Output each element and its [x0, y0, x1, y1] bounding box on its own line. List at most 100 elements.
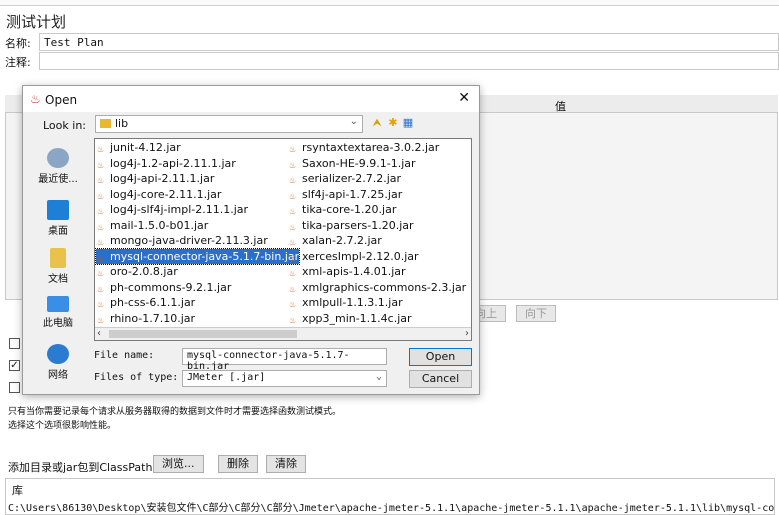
folder-icon	[100, 119, 111, 128]
jar-file-icon: ♨	[97, 253, 105, 263]
file-type-combo[interactable]: JMeter [.jar] ⌄	[182, 370, 387, 387]
jar-file-icon: ♨	[97, 160, 105, 170]
computer-icon	[47, 296, 69, 312]
file-item-label: ph-css-6.1.1.jar	[110, 296, 196, 309]
file-item[interactable]: ♨ xmlpull-1.1.3.1.jar	[288, 295, 403, 310]
file-item[interactable]: ♨ rsyntaxtextarea-3.0.2.jar	[288, 140, 439, 155]
file-item-label: mail-1.5.0-b01.jar	[110, 218, 209, 232]
name-field[interactable]: Test Plan	[39, 33, 779, 51]
jar-file-icon: ♨	[97, 269, 105, 278]
horizontal-scrollbar[interactable]: ‹ ›	[95, 327, 471, 340]
file-item[interactable]: ♨ ph-commons-9.2.1.jar	[96, 280, 231, 295]
up-folder-icon[interactable]: ⮝	[370, 116, 384, 130]
jar-file-icon: ♨	[289, 269, 297, 278]
checkbox-3[interactable]	[9, 382, 20, 393]
place-documents[interactable]: 文档	[28, 248, 88, 285]
jar-file-icon: ♨	[289, 145, 297, 154]
jar-file-icon: ♨	[289, 315, 297, 325]
file-item[interactable]: ♨ serializer-2.7.2.jar	[288, 171, 401, 186]
file-item[interactable]: ♨ slf4j-api-1.7.25.jar	[288, 187, 402, 202]
browse-button[interactable]: 浏览...	[153, 455, 204, 473]
library-header: 库	[12, 484, 23, 497]
file-item[interactable]: ♨ mongo-java-driver-2.11.3.jar	[96, 233, 268, 248]
delete-button[interactable]: 删除	[218, 455, 258, 473]
file-item[interactable]: ♨ tika-parsers-1.20.jar	[288, 218, 414, 233]
checkbox-2-checked[interactable]: ✓	[9, 360, 20, 371]
file-item-label: xpp3_min-1.1.4c.jar	[302, 311, 412, 325]
file-item-label: xmlpull-1.1.3.1.jar	[302, 296, 403, 309]
file-item-label: log4j-core-2.11.1.jar	[110, 187, 222, 201]
new-folder-icon[interactable]: ✱	[386, 116, 400, 130]
file-item[interactable]: ♨ xmlgraphics-commons-2.3.jar	[288, 280, 466, 295]
file-item[interactable]: ♨ mysql-connector-java-5.1.7-bin.jar	[95, 247, 301, 265]
page-title: 测试计划	[6, 13, 67, 31]
close-icon[interactable]: ✕	[458, 90, 470, 106]
file-item[interactable]: ♨ Saxon-HE-9.9.1-1.jar	[288, 156, 416, 171]
file-item-label: Saxon-HE-9.9.1-1.jar	[302, 156, 416, 170]
file-item[interactable]: ♨ ph-css-6.1.1.jar	[96, 295, 195, 310]
jar-file-icon: ♨	[97, 176, 105, 185]
place-network[interactable]: 网络	[28, 344, 88, 381]
desktop-icon	[47, 200, 69, 220]
performance-note: 选择这个选项很影响性能。	[8, 421, 117, 431]
place-recent[interactable]: 最近使...	[28, 148, 88, 185]
place-recent-label: 最近使...	[38, 174, 78, 185]
java-icon: ♨	[30, 92, 41, 106]
file-name-input[interactable]: mysql-connector-java-5.1.7-bin.jar	[182, 348, 387, 372]
library-path[interactable]: C:\Users\86130\Desktop\安装包文件\C部分\C部分\C部分…	[8, 499, 774, 514]
file-item[interactable]: ♨ mail-1.5.0-b01.jar	[96, 218, 208, 233]
place-computer[interactable]: 此电脑	[28, 296, 88, 329]
places-bar: 最近使... 桌面 文档 此电脑 网络	[23, 138, 91, 390]
file-item[interactable]: ♨ log4j-slf4j-impl-2.11.1.jar	[96, 202, 248, 217]
look-in-value: lib	[115, 117, 129, 130]
file-item[interactable]: ♨ tika-core-1.20.jar	[288, 202, 396, 217]
file-item-label: slf4j-api-1.7.25.jar	[302, 187, 403, 201]
file-list[interactable]: ♨ junit-4.12.jar ♨ log4j-1.2-api-2.11.1.jar…	[94, 138, 472, 341]
open-button[interactable]: Open	[409, 348, 472, 366]
name-label: 名称:	[5, 37, 31, 50]
value-column-header: 值	[555, 100, 566, 113]
file-item[interactable]: ♨ log4j-core-2.11.1.jar	[96, 187, 221, 202]
look-in-label: Look in:	[43, 119, 86, 132]
jar-file-icon: ♨	[97, 315, 105, 325]
file-item-label: log4j-1.2-api-2.11.1.jar	[110, 156, 236, 170]
file-item[interactable]: ♨ xml-apis-1.4.01.jar	[288, 264, 406, 279]
file-item[interactable]: ♨ log4j-1.2-api-2.11.1.jar	[96, 156, 236, 171]
scroll-right-icon[interactable]: ›	[465, 328, 469, 339]
file-item[interactable]: ♨ rhino-1.7.10.jar	[96, 311, 195, 326]
view-menu-icon[interactable]: ▦	[401, 116, 415, 130]
comments-row: 注释:	[5, 52, 779, 70]
jar-file-icon: ♨	[97, 238, 105, 247]
top-toolbar-edge	[0, 0, 779, 6]
library-list[interactable]: 库 C:\Users\86130\Desktop\安装包文件\C部分\C部分\C…	[5, 478, 775, 515]
file-type-label: Files of type:	[94, 372, 179, 383]
place-desktop[interactable]: 桌面	[28, 200, 88, 237]
file-item[interactable]: ♨ oro-2.0.8.jar	[96, 264, 178, 279]
comments-field[interactable]	[39, 52, 779, 70]
jar-file-icon: ♨	[289, 222, 297, 232]
file-item[interactable]: ♨ xalan-2.7.2.jar	[288, 233, 382, 248]
file-item-label: xercesImpl-2.12.0.jar	[302, 249, 419, 263]
scroll-left-icon[interactable]: ‹	[97, 328, 101, 339]
scrollbar-thumb[interactable]	[109, 330, 297, 338]
jar-file-icon: ♨	[289, 300, 297, 309]
checkbox-1[interactable]	[9, 338, 20, 349]
jar-file-icon: ♨	[97, 284, 105, 294]
file-item[interactable]: ♨ xercesImpl-2.12.0.jar	[288, 249, 419, 264]
place-network-label: 网络	[48, 370, 68, 381]
cancel-button[interactable]: Cancel	[409, 370, 472, 388]
file-item-label: ph-commons-9.2.1.jar	[110, 280, 232, 294]
network-icon	[47, 344, 69, 364]
file-item-label: rsyntaxtextarea-3.0.2.jar	[302, 141, 440, 154]
place-desktop-label: 桌面	[48, 226, 68, 237]
documents-icon	[50, 248, 66, 268]
file-name-label: File name:	[94, 350, 155, 361]
jar-file-icon: ♨	[289, 238, 297, 247]
file-item[interactable]: ♨ junit-4.12.jar	[96, 140, 181, 155]
clear-button[interactable]: 清除	[266, 455, 306, 473]
file-item[interactable]: ♨ log4j-api-2.11.1.jar	[96, 171, 214, 186]
file-item-label: mongo-java-driver-2.11.3.jar	[110, 234, 268, 247]
file-item[interactable]: ♨ xpp3_min-1.1.4c.jar	[288, 311, 412, 326]
look-in-combo[interactable]: lib ⌄	[95, 115, 363, 133]
move-down-button[interactable]: 向下	[516, 305, 556, 322]
